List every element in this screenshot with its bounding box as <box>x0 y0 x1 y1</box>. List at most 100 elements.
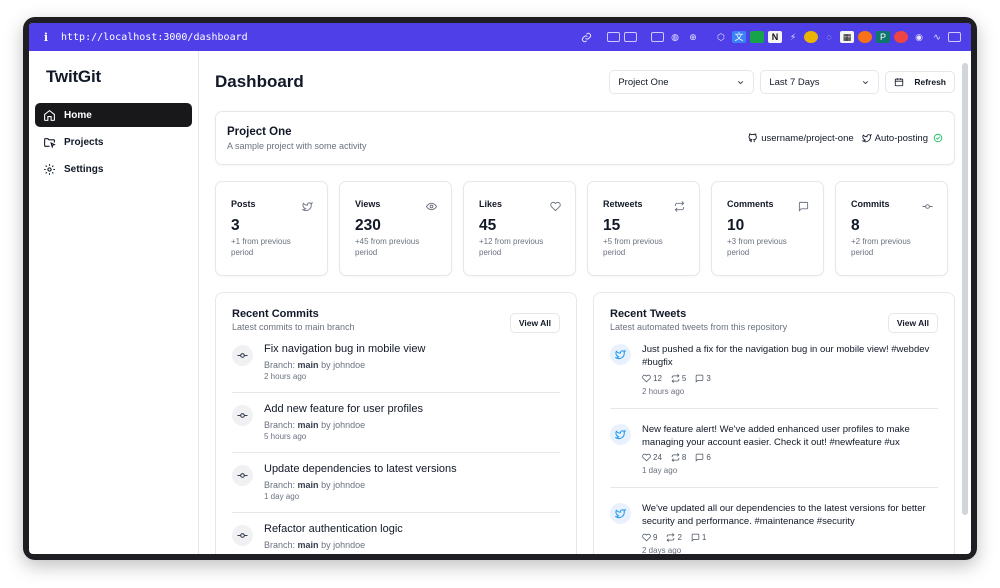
autopost-label: Auto-posting <box>874 132 928 144</box>
sidebar-item-projects[interactable]: Projects <box>35 130 192 154</box>
commit-icon <box>237 353 248 358</box>
tweet-stats: 24 8 6 <box>642 453 938 462</box>
like-count: 9 <box>653 532 658 542</box>
branch-prefix: Branch: <box>264 480 296 490</box>
date-range-value: Last 7 Days <box>769 76 820 88</box>
branch-name: main <box>297 360 319 370</box>
tweet-row[interactable]: New feature alert! We've added enhanced … <box>610 423 938 489</box>
home-icon <box>44 109 55 121</box>
project-description: A sample project with some activity <box>227 140 367 151</box>
comment-count: 6 <box>706 453 711 463</box>
commit-row[interactable]: Refactor authentication logic Branch: mai… <box>232 523 560 554</box>
tweet-row[interactable]: Just pushed a fix for the navigation bug… <box>610 343 938 409</box>
tweet-avatar <box>610 503 631 525</box>
stat-label: Likes <box>479 199 503 209</box>
heart-icon <box>642 533 651 542</box>
comment-icon <box>696 453 704 462</box>
scrollbar[interactable] <box>962 63 968 515</box>
panel-subtitle: Latest commits to main branch <box>232 322 355 332</box>
screenshot-icon[interactable] <box>607 32 620 42</box>
activity-columns: Recent Commits Latest commits to main br… <box>215 292 955 554</box>
commit-time: 2 hours ago <box>264 372 307 381</box>
stat-card-retweets: Retweets 15 +5 from previous period <box>587 181 700 276</box>
ext-p-icon[interactable]: P <box>876 31 890 43</box>
sidebar: TwitGit Home Projects Settings <box>29 51 199 554</box>
tweet-row[interactable]: We've updated all our dependencies to th… <box>610 502 938 554</box>
notion-icon[interactable]: N <box>768 31 782 43</box>
sidebar-item-label: Home <box>64 109 92 121</box>
panel-title: Recent Commits <box>232 308 319 320</box>
commit-icon <box>922 204 933 209</box>
tweet-avatar <box>610 344 631 365</box>
sidebar-item-label: Settings <box>64 163 104 175</box>
globe-icon[interactable]: ◍ <box>668 31 682 43</box>
stat-change: +5 from previous period <box>603 237 663 257</box>
sidebar-item-settings[interactable]: Settings <box>35 157 192 181</box>
info-icon[interactable]: i <box>39 31 53 44</box>
bolt-icon[interactable]: ⚡ <box>786 31 800 43</box>
calendar-icon <box>895 78 904 87</box>
comment-count: 3 <box>706 373 711 383</box>
chrome-icon[interactable]: ◉ <box>912 31 926 43</box>
metamask-icon[interactable] <box>858 31 872 43</box>
tweet-avatar <box>610 423 631 445</box>
stat-card-views: Views 230 +45 from previous period <box>339 181 452 276</box>
twitter-icon <box>615 508 626 519</box>
project-select[interactable]: Project One <box>609 70 755 94</box>
window-icon[interactable] <box>651 32 664 42</box>
stat-change: +12 from previous period <box>479 237 544 257</box>
stat-change: +45 from previous period <box>355 237 420 257</box>
commit-row[interactable]: Fix navigation bug in mobile view Branch:… <box>232 343 560 393</box>
wave-icon[interactable]: ∿ <box>930 31 944 43</box>
view-all-tweets-button[interactable]: View All <box>887 313 938 333</box>
translate-icon[interactable]: 文 <box>732 31 746 43</box>
face-icon[interactable] <box>894 31 908 43</box>
stat-value: 230 <box>355 217 381 234</box>
sidebar-icon[interactable] <box>948 32 961 42</box>
green-square-icon[interactable] <box>750 31 764 43</box>
tweet-list: Just pushed a fix for the navigation bug… <box>610 343 938 554</box>
crosshair-icon[interactable]: ⊕ <box>686 31 700 43</box>
stat-label: Comments <box>727 199 774 209</box>
extension-bar: ◍ ⊕ ⬡ 文 N ⚡ ◌ ▦ P ◉ ∿ <box>579 31 961 43</box>
address-bar[interactable]: http://localhost:3000/dashboard <box>61 32 579 43</box>
commit-row[interactable]: Add new feature for user profiles Branch:… <box>232 403 560 453</box>
tweet-time: 2 hours ago <box>642 386 685 396</box>
stat-label: Retweets <box>603 199 643 209</box>
stat-change: +2 from previous period <box>851 237 911 257</box>
refresh-label: Refresh <box>914 77 946 87</box>
stat-value: 45 <box>479 217 497 234</box>
by-word: by <box>321 420 331 430</box>
stat-value: 3 <box>231 217 240 234</box>
tweet-likes: 9 <box>642 533 657 542</box>
tweet-comments: 6 <box>695 453 711 463</box>
link-icon[interactable] <box>579 31 593 43</box>
commit-message: Refactor authentication logic <box>264 523 403 535</box>
commit-list: Fix navigation bug in mobile view Branch:… <box>232 343 560 554</box>
comment-icon <box>696 374 704 383</box>
refresh-button[interactable]: Refresh <box>885 71 955 93</box>
sidebar-item-home[interactable]: Home <box>35 103 192 127</box>
commit-time: 1 day ago <box>264 492 300 501</box>
date-range-select[interactable]: Last 7 Days <box>760 70 880 94</box>
gamepad-icon[interactable]: ⬡ <box>714 31 728 43</box>
commit-avatar <box>232 525 253 546</box>
repo-link[interactable]: username/project-one <box>748 133 854 144</box>
project-summary-card: Project One A sample project with some a… <box>215 111 955 165</box>
camera-icon[interactable] <box>624 32 637 42</box>
folder-icon <box>44 137 56 149</box>
repeat-icon <box>671 453 680 463</box>
comment-icon <box>691 533 700 542</box>
heart-icon <box>642 453 651 462</box>
stats-row: Posts 3 +1 from previous period Views 23… <box>215 181 955 276</box>
branch-prefix: Branch: <box>264 420 296 430</box>
branch-name: main <box>297 420 319 430</box>
swirl-icon[interactable]: ◌ <box>822 31 836 43</box>
view-all-commits-button[interactable]: View All <box>509 313 560 333</box>
shield-icon[interactable] <box>804 31 818 43</box>
commit-message: Update dependencies to latest versions <box>264 463 457 475</box>
brand-logo[interactable]: TwitGit <box>35 67 192 87</box>
commit-row[interactable]: Update dependencies to latest versions Br… <box>232 463 560 513</box>
comment-count: 1 <box>701 532 707 542</box>
calendar-icon[interactable]: ▦ <box>840 31 854 43</box>
